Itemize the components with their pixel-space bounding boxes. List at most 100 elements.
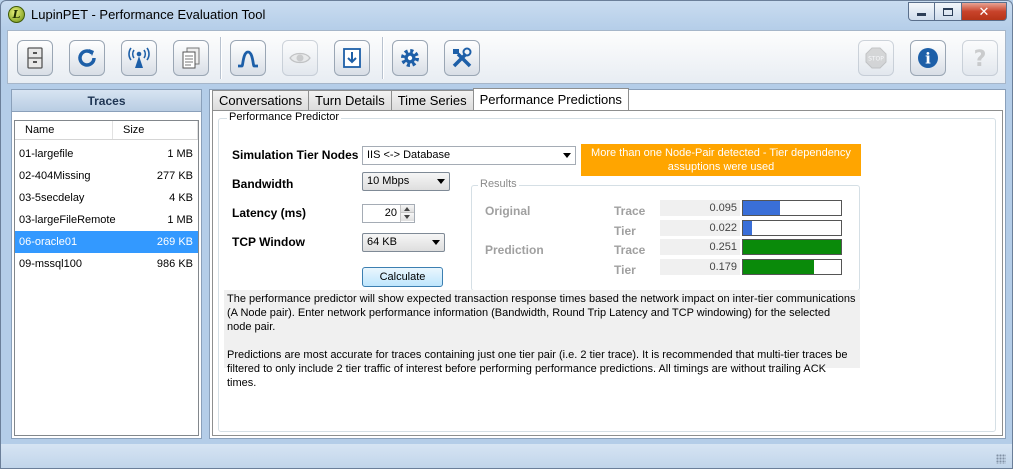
file-cabinet-icon: [27, 47, 43, 69]
calculate-button[interactable]: Calculate: [362, 267, 443, 287]
documents-icon: [182, 47, 200, 69]
tools-button[interactable]: [444, 40, 480, 76]
settings-button[interactable]: [392, 40, 428, 76]
trace-size: 277 KB: [156, 170, 193, 182]
trace-size: 986 KB: [156, 258, 193, 270]
arrow-down-icon: [404, 215, 410, 219]
list-item[interactable]: 09-mssql100 986 KB: [15, 253, 198, 275]
stepper-up-button[interactable]: [401, 205, 414, 213]
tcp-window-label: TCP Window: [232, 235, 305, 249]
result-value: 0.022: [660, 220, 740, 236]
result-kind: Tier: [614, 263, 636, 277]
traces-panel: Traces Name Size 01-largefile 1 MB 02-40…: [11, 89, 202, 439]
result-bar-fill: [743, 221, 752, 235]
info-icon: i: [918, 48, 938, 68]
toolbar-separator: [382, 37, 384, 79]
title-bar[interactable]: L LupinPET - Performance Evaluation Tool…: [1, 1, 1012, 29]
open-file-button[interactable]: [17, 40, 53, 76]
tcp-window-select[interactable]: 64 KB: [362, 233, 445, 252]
trace-name: 09-mssql100: [19, 258, 82, 270]
list-item[interactable]: 03-5secdelay 4 KB: [15, 187, 198, 209]
tab-turn-details[interactable]: Turn Details: [308, 90, 392, 110]
resize-grip-icon[interactable]: [996, 454, 1006, 464]
tab-time-series[interactable]: Time Series: [390, 90, 474, 110]
svg-text:STOP: STOP: [868, 56, 884, 63]
list-item[interactable]: 01-largefile 1 MB: [15, 143, 198, 165]
tcp-window-value: 64 KB: [367, 236, 397, 248]
result-value: 0.095: [660, 200, 740, 216]
trace-name: 06-oracle01: [19, 236, 78, 248]
original-label: Original: [485, 204, 531, 218]
arrow-up-icon: [404, 207, 410, 211]
result-bar: [742, 200, 842, 216]
minimize-icon: [917, 13, 926, 16]
list-item[interactable]: 03-largeFileRemote 1 MB: [15, 209, 198, 231]
results-title: Results: [478, 178, 519, 190]
refresh-icon: [78, 49, 96, 67]
bandwidth-select[interactable]: 10 Mbps: [362, 172, 450, 191]
result-bar-fill: [743, 260, 814, 274]
main-panel: Conversations Turn Details Time Series P…: [209, 88, 1006, 439]
close-button[interactable]: ✕: [962, 2, 1007, 21]
result-value: 0.251: [660, 239, 740, 255]
info-paragraph-1: The performance predictor will show expe…: [227, 293, 856, 333]
list-item[interactable]: 02-404Missing 277 KB: [15, 165, 198, 187]
info-button[interactable]: i: [910, 40, 946, 76]
minimize-button[interactable]: [908, 2, 935, 21]
latency-stepper[interactable]: 20: [362, 204, 415, 223]
info-text-box: The performance predictor will show expe…: [224, 290, 860, 389]
svg-text:?: ?: [974, 47, 987, 70]
stop-icon: STOP: [865, 47, 887, 69]
stepper-buttons: [400, 205, 414, 222]
response-button[interactable]: [230, 40, 266, 76]
trace-size: 4 KB: [169, 192, 193, 204]
close-icon: ✕: [978, 3, 990, 19]
result-bar-fill: [743, 201, 781, 215]
tier-nodes-value: IIS <-> Database: [367, 149, 451, 161]
list-header: Name Size: [15, 121, 198, 140]
result-kind: Tier: [614, 224, 636, 238]
window-controls: ✕: [908, 2, 1007, 21]
prediction-label: Prediction: [485, 243, 544, 257]
toolbar: STOP i ?: [7, 30, 1006, 84]
tier-nodes-label: Simulation Tier Nodes: [232, 148, 359, 162]
app-window: L LupinPET - Performance Evaluation Tool…: [0, 0, 1013, 469]
traces-header: Traces: [12, 90, 201, 112]
results-group: Results Original Prediction Trace 0.095 …: [471, 178, 860, 291]
maximize-button[interactable]: [935, 2, 962, 21]
capture-button[interactable]: [121, 40, 157, 76]
trace-name: 03-largeFileRemote: [19, 214, 116, 226]
column-header-size[interactable]: Size: [113, 121, 198, 139]
help-button[interactable]: ?: [962, 40, 998, 76]
result-bar-fill: [743, 240, 841, 254]
stepper-down-button[interactable]: [401, 213, 414, 221]
stop-button[interactable]: STOP: [858, 40, 894, 76]
trace-size: 1 MB: [167, 148, 193, 160]
trace-name: 01-largefile: [19, 148, 74, 160]
bandwidth-label: Bandwidth: [232, 177, 294, 191]
tab-performance-predictions[interactable]: Performance Predictions: [472, 88, 629, 110]
tab-conversations[interactable]: Conversations: [212, 90, 310, 110]
export-button[interactable]: [334, 40, 370, 76]
info-paragraph-2: Predictions are most accurate for traces…: [227, 349, 848, 389]
latency-value: 20: [384, 207, 397, 219]
result-kind: Trace: [614, 243, 646, 257]
view-button[interactable]: [282, 40, 318, 76]
list-item-selected[interactable]: 06-oracle01 269 KB: [15, 231, 198, 253]
trace-name: 02-404Missing: [19, 170, 91, 182]
documents-button[interactable]: [173, 40, 209, 76]
latency-label: Latency (ms): [232, 206, 307, 220]
toolbar-separator: [220, 37, 222, 79]
tools-icon: [452, 47, 472, 68]
column-header-name[interactable]: Name: [15, 121, 113, 139]
curve-icon: [238, 50, 258, 68]
app-logo-icon: L: [8, 6, 25, 23]
result-value: 0.179: [660, 259, 740, 275]
traces-list[interactable]: Name Size 01-largefile 1 MB 02-404Missin…: [14, 120, 199, 436]
eye-icon: [289, 52, 311, 64]
svg-text:i: i: [925, 50, 931, 68]
gear-icon: [401, 49, 419, 67]
tier-nodes-select[interactable]: IIS <-> Database: [362, 146, 576, 165]
refresh-button[interactable]: [69, 40, 105, 76]
chevron-down-icon: [563, 153, 571, 158]
